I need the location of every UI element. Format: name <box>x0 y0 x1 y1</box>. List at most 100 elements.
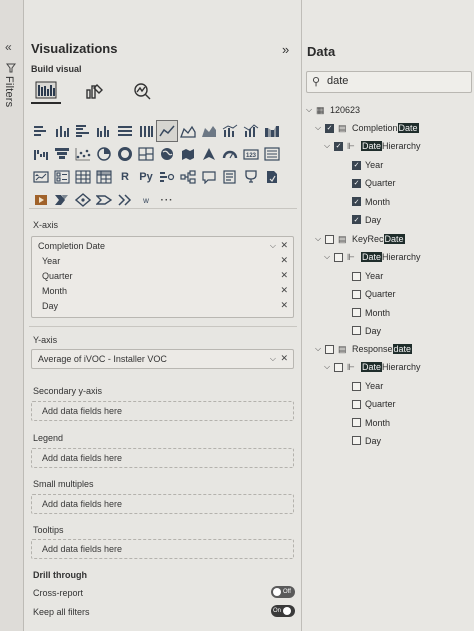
x-axis-subfield[interactable]: Month ✕ <box>32 284 293 299</box>
table-node[interactable]: ⌵ ▦ 120623 <box>306 102 360 118</box>
search-input[interactable] <box>327 75 467 87</box>
waterfall-chart-icon[interactable] <box>31 144 51 164</box>
x-axis-subfield[interactable]: Day ✕ <box>32 299 293 314</box>
date-hierarchy-node[interactable]: ⌵ ⊩ Date Hierarchy <box>324 359 421 375</box>
r-visual-icon[interactable]: R <box>115 167 135 187</box>
keep-all-filters-toggle[interactable]: On <box>271 605 295 617</box>
power-automate-icon[interactable] <box>52 190 72 210</box>
chevron-down-icon[interactable]: ⌵ <box>315 123 325 133</box>
100-stacked-bar-chart-icon[interactable] <box>115 121 135 141</box>
line-chart-icon[interactable] <box>156 120 178 142</box>
hierarchy-level-node[interactable]: Year <box>352 268 383 284</box>
field-checkbox[interactable] <box>334 252 343 262</box>
field-checkbox[interactable] <box>352 418 361 428</box>
chevron-down-icon[interactable]: ⌵ <box>324 141 334 151</box>
more-visuals-icon[interactable]: ··· <box>157 190 177 210</box>
stacked-area-chart-icon[interactable] <box>199 121 219 141</box>
small-multiples-well[interactable]: Add data fields here <box>31 494 294 514</box>
field-checkbox[interactable] <box>334 362 343 372</box>
card-icon[interactable]: 123 <box>241 144 261 164</box>
field-checkbox[interactable]: ✓ <box>352 197 361 207</box>
date-field-node[interactable]: ⌵ ▤ Response date <box>315 341 413 357</box>
hierarchy-level-node[interactable]: Month <box>352 305 390 321</box>
tooltips-well[interactable]: Add data fields here <box>31 539 294 559</box>
hierarchy-level-node[interactable]: ✓ Day <box>352 212 381 228</box>
remove-field-icon[interactable]: ✕ <box>280 285 288 296</box>
line-stacked-column-icon[interactable] <box>241 121 261 141</box>
remove-field-icon[interactable]: ✕ <box>280 270 288 281</box>
funnel-chart-icon[interactable] <box>52 144 72 164</box>
chevron-down-icon[interactable]: ⌵ <box>306 105 316 115</box>
pie-chart-icon[interactable] <box>94 144 114 164</box>
ribbon-chart-icon[interactable] <box>262 121 282 141</box>
table-visual-icon[interactable] <box>73 167 93 187</box>
field-checkbox[interactable] <box>352 308 361 318</box>
paginated-report-icon[interactable] <box>262 167 282 187</box>
field-checkbox[interactable] <box>352 381 361 391</box>
format-visual-tab-icon[interactable] <box>79 78 109 104</box>
100-stacked-column-chart-icon[interactable] <box>136 121 156 141</box>
line-clustered-column-icon[interactable] <box>220 121 240 141</box>
arcgis-map-icon[interactable] <box>73 190 93 210</box>
smart-narrative-icon[interactable] <box>220 167 240 187</box>
hierarchy-level-node[interactable]: ✓ Quarter <box>352 175 396 191</box>
hierarchy-level-node[interactable]: Day <box>352 433 381 449</box>
azure-map-icon[interactable] <box>199 144 219 164</box>
decomposition-tree-icon[interactable] <box>178 167 198 187</box>
remove-field-icon[interactable]: ✕ <box>280 353 288 364</box>
filled-map-icon[interactable] <box>178 144 198 164</box>
hierarchy-level-node[interactable]: Quarter <box>352 396 396 412</box>
field-checkbox[interactable] <box>352 326 361 336</box>
field-checkbox[interactable] <box>325 234 334 244</box>
matrix-icon[interactable] <box>94 167 114 187</box>
scatter-chart-icon[interactable] <box>73 144 93 164</box>
clustered-bar-chart-icon[interactable] <box>73 121 93 141</box>
clustered-column-chart-icon[interactable] <box>94 121 114 141</box>
legend-well[interactable]: Add data fields here <box>31 448 294 468</box>
field-checkbox[interactable]: ✓ <box>352 178 361 188</box>
expand-pane-icon[interactable]: » <box>282 42 289 57</box>
chevron-down-icon[interactable]: ⌵ <box>270 241 276 251</box>
date-field-node[interactable]: ⌵ ▤ KeyRec Date <box>315 231 405 247</box>
hierarchy-level-node[interactable]: ✓ Year <box>352 157 383 173</box>
treemap-icon[interactable] <box>136 144 156 164</box>
hierarchy-level-node[interactable]: Quarter <box>352 286 396 302</box>
field-checkbox[interactable] <box>325 344 334 354</box>
remove-field-icon[interactable]: ✕ <box>280 300 288 311</box>
remove-field-icon[interactable]: ✕ <box>280 240 288 251</box>
field-checkbox[interactable]: ✓ <box>352 160 361 170</box>
x-axis-subfield[interactable]: Quarter ✕ <box>32 269 293 284</box>
field-checkbox[interactable] <box>352 436 361 446</box>
area-chart-icon[interactable] <box>178 121 198 141</box>
analytics-tab-icon[interactable] <box>127 78 157 104</box>
multi-row-card-icon[interactable] <box>262 144 282 164</box>
qa-icon[interactable] <box>199 167 219 187</box>
field-checkbox[interactable]: ✓ <box>352 215 361 225</box>
field-checkbox[interactable]: ✓ <box>334 141 343 151</box>
key-influencers-icon[interactable] <box>157 167 177 187</box>
map-icon[interactable] <box>157 144 177 164</box>
field-checkbox[interactable] <box>352 399 361 409</box>
hierarchy-level-node[interactable]: ✓ Month <box>352 194 390 210</box>
hierarchy-level-node[interactable]: Day <box>352 323 381 339</box>
build-visual-tab-icon[interactable] <box>31 78 61 104</box>
python-visual-icon[interactable]: Py <box>136 167 156 187</box>
field-checkbox[interactable] <box>352 271 361 281</box>
cross-report-toggle[interactable]: Off <box>271 586 295 598</box>
word-visual-icon[interactable]: w <box>136 190 156 210</box>
chevron-down-icon[interactable]: ⌵ <box>315 234 325 244</box>
date-field-node[interactable]: ⌵ ✓ ▤ Completion Date <box>315 120 419 136</box>
y-axis-field[interactable]: Average of iVOC - Installer VOC ⌵ ✕ <box>32 352 293 367</box>
field-checkbox[interactable]: ✓ <box>325 123 334 133</box>
filters-label[interactable]: Filters <box>3 76 15 107</box>
date-hierarchy-node[interactable]: ⌵ ⊩ Date Hierarchy <box>324 249 421 265</box>
hierarchy-level-node[interactable]: Year <box>352 378 383 394</box>
stacked-column-chart-icon[interactable] <box>52 121 72 141</box>
chevron-down-icon[interactable]: ⌵ <box>270 354 276 364</box>
kpi-icon[interactable] <box>31 167 51 187</box>
shape-map-icon[interactable] <box>94 190 114 210</box>
stacked-bar-chart-icon[interactable] <box>31 121 51 141</box>
gauge-icon[interactable] <box>220 144 240 164</box>
slicer-icon[interactable] <box>52 167 72 187</box>
power-apps-icon[interactable] <box>31 190 51 210</box>
